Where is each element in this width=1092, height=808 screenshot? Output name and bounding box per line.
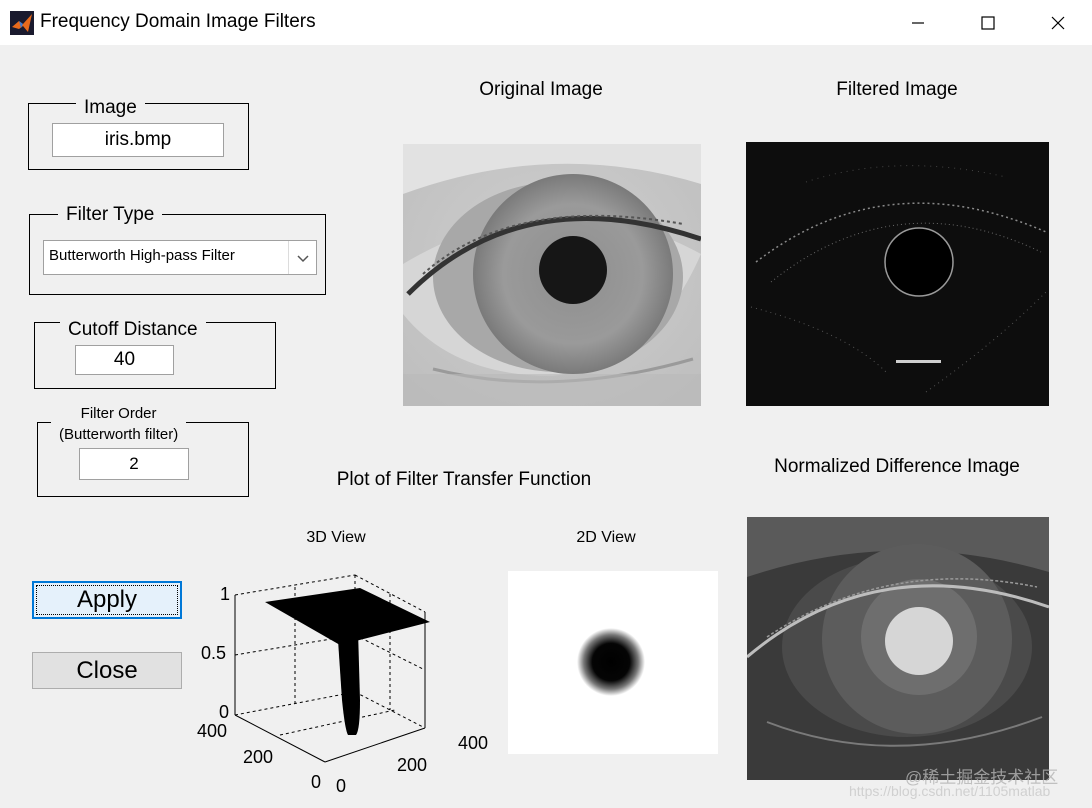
chevron-down-icon (288, 241, 316, 274)
transfer-function-heading: Plot of Filter Transfer Function (336, 469, 592, 490)
cutoff-distance-legend: Cutoff Distance (60, 319, 206, 341)
filter-type-select[interactable]: Butterworth High-pass Filter (43, 240, 317, 275)
filter-order-legend-line1: Filter Order (80, 405, 157, 422)
watermark-url: https://blog.csdn.net/1105matlab (849, 783, 1051, 799)
x-tick-0: 0 (336, 776, 347, 796)
z-tick-1: 1 (220, 584, 231, 604)
difference-image-title: Normalized Difference Image (774, 456, 1020, 477)
filter-order-field[interactable]: 2 (79, 448, 189, 480)
maximize-button[interactable] (954, 0, 1022, 45)
z-tick-0: 0 (219, 702, 230, 722)
apply-button[interactable]: Apply (32, 581, 182, 619)
window-title: Frequency Domain Image Filters (40, 11, 316, 32)
x-tick-400: 400 (458, 733, 489, 753)
x-tick-200: 200 (397, 755, 428, 775)
filter-type-legend: Filter Type (58, 204, 163, 226)
y-tick-0: 0 (311, 772, 322, 792)
matlab-app-icon (10, 11, 34, 35)
filter-order-legend-line2: (Butterworth filter) (59, 426, 179, 443)
image-panel-legend: Image (76, 97, 145, 119)
view2d-title: 2D View (576, 529, 636, 546)
maximize-icon (981, 15, 995, 30)
filter-type-selected: Butterworth High-pass Filter (49, 247, 235, 264)
y-tick-200: 200 (243, 747, 274, 767)
y-tick-400: 400 (197, 721, 228, 741)
view3d-title: 3D View (306, 529, 366, 546)
title-bar: Frequency Domain Image Filters (0, 0, 1092, 45)
filtered-image (746, 142, 1049, 406)
z-tick-05: 0.5 (201, 643, 227, 663)
figure-client-area: Image iris.bmp Filter Type Butterworth H… (0, 45, 1092, 808)
filter-order-legend: Filter Order (Butterworth filter) (51, 403, 187, 445)
minimize-button[interactable] (884, 0, 952, 45)
cutoff-distance-field[interactable]: 40 (75, 345, 174, 375)
original-image-title: Original Image (479, 79, 603, 100)
difference-image (747, 517, 1049, 780)
plot-2d-view (508, 571, 718, 754)
original-image (403, 144, 701, 406)
plot-3d-view (190, 550, 500, 805)
close-icon (1051, 16, 1065, 29)
filtered-image-title: Filtered Image (836, 79, 958, 100)
image-filename-field[interactable]: iris.bmp (52, 123, 224, 157)
minimize-icon (912, 21, 924, 24)
close-button[interactable]: Close (32, 652, 182, 689)
close-window-button[interactable] (1024, 0, 1092, 45)
